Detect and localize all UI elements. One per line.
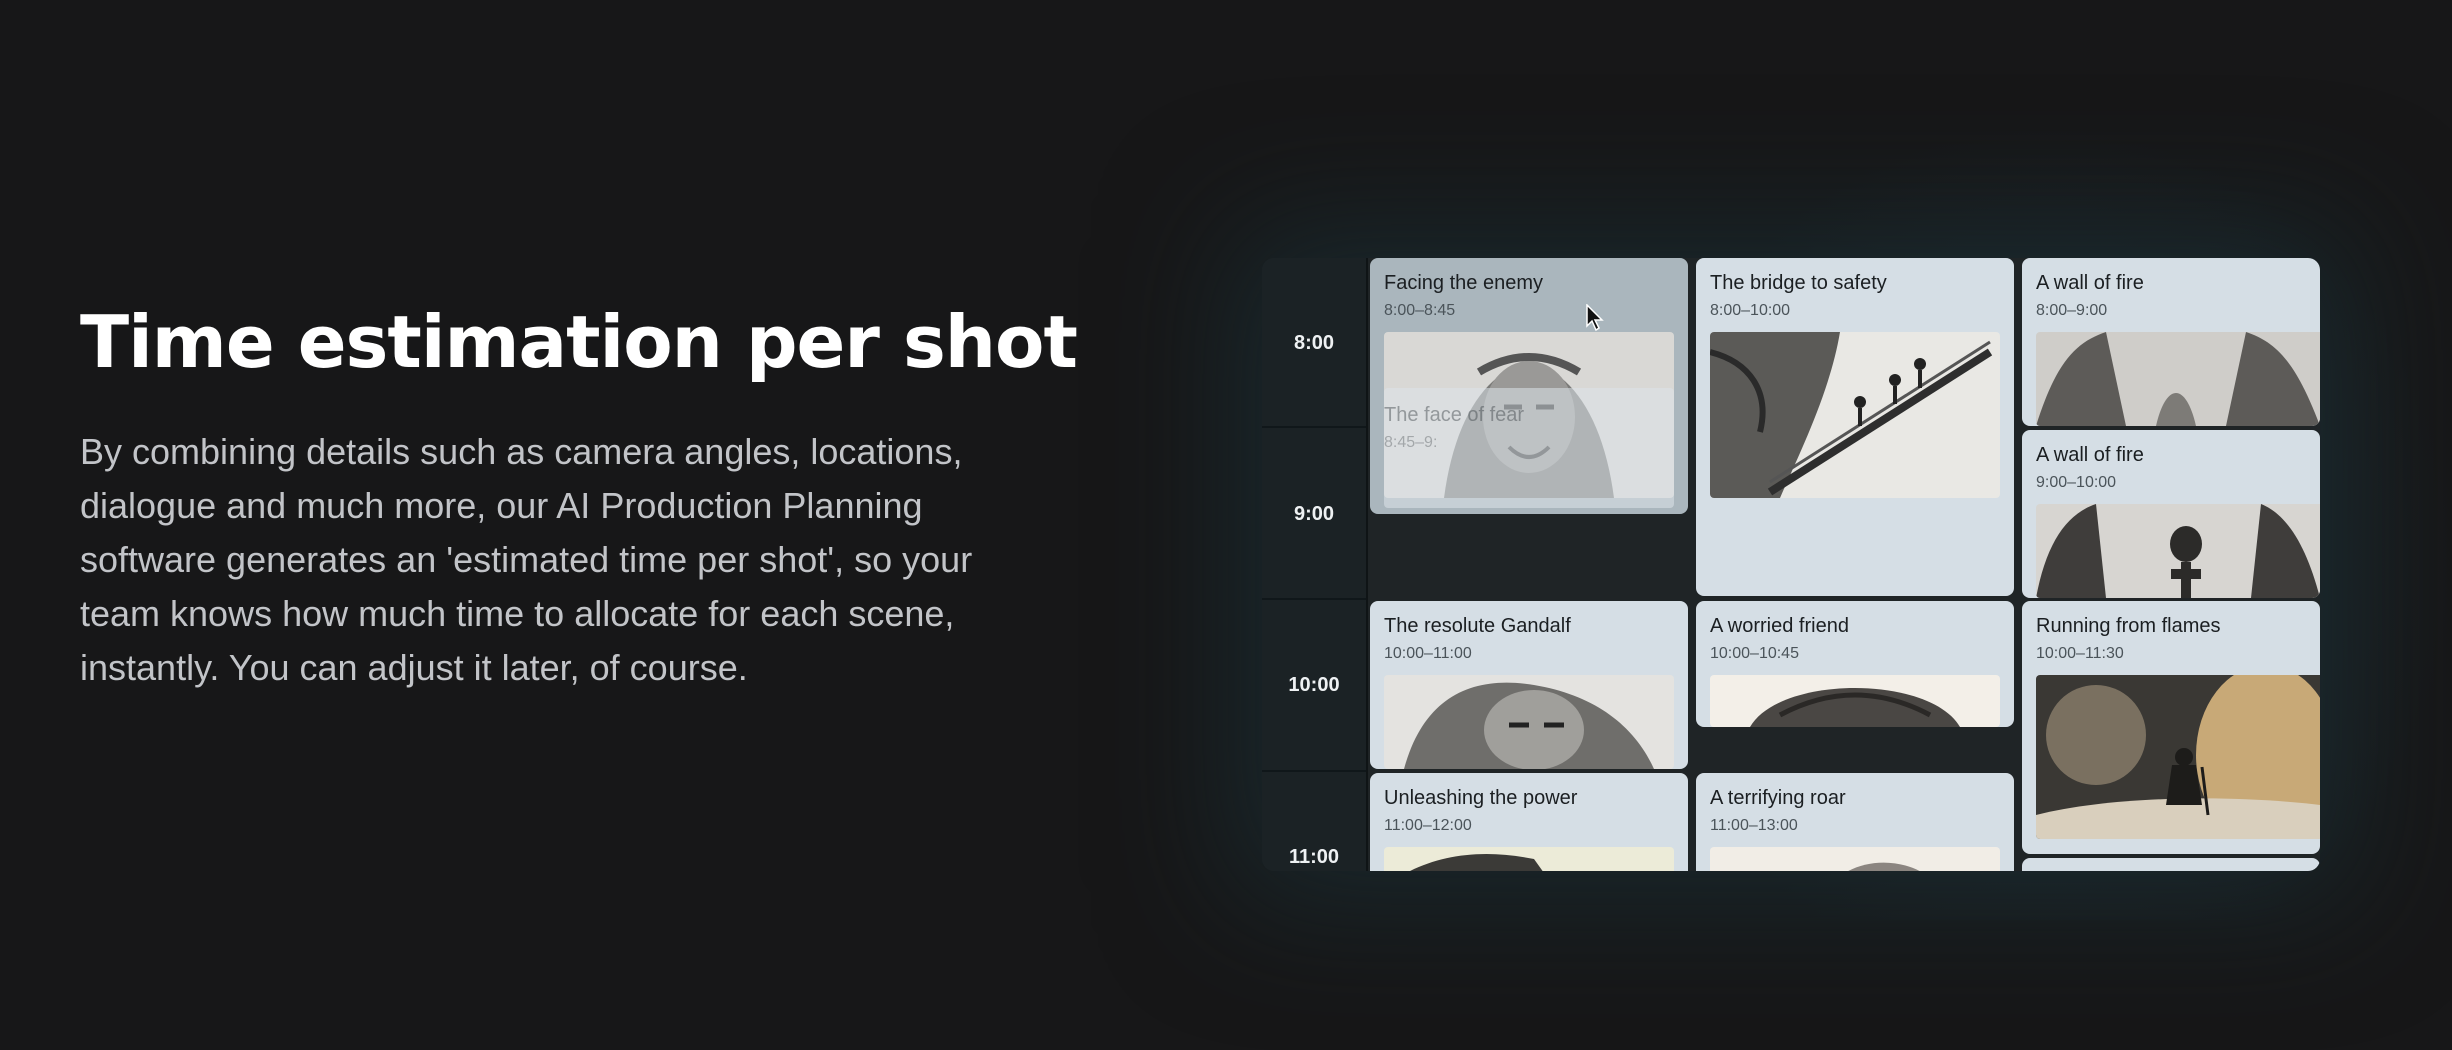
shot-thumbnail <box>2036 504 2320 598</box>
shot-thumbnail <box>1384 675 1674 769</box>
shot-card-a-wall-of-fire[interactable]: A wall of fire 8:00–9:00 <box>2022 258 2320 426</box>
shot-card-the-resolute-gandalf[interactable]: The resolute Gandalf 10:00–11:00 <box>1370 601 1688 769</box>
shot-time: 11:00–13:00 <box>1710 817 1798 834</box>
shot-card-partial[interactable] <box>2022 858 2320 871</box>
shot-card-the-bridge-to-safety[interactable]: The bridge to safety 8:00–10:00 <box>1696 258 2014 596</box>
schedule-preview: 8:00 9:00 10:00 11:00 Facing the enemy 8… <box>1262 258 2320 871</box>
shot-card-facing-the-enemy[interactable]: Facing the enemy 8:00–8:45 The face of f… <box>1370 258 1688 514</box>
shot-time: 9:00–10:00 <box>2036 474 2117 491</box>
shot-time: 8:00–9:00 <box>2036 302 2108 319</box>
shot-time: 8:00–8:45 <box>1384 302 1456 319</box>
shot-thumbnail <box>1710 332 2000 498</box>
shot-card-a-terrifying-roar[interactable]: A terrifying roar 11:00–13:00 <box>1696 773 2014 871</box>
shot-time: 10:00–11:00 <box>1384 645 1472 662</box>
shot-title: A wall of fire <box>2036 272 2144 294</box>
shot-thumbnail <box>1710 847 2000 871</box>
shot-time: 10:00–11:30 <box>2036 645 2124 662</box>
shot-title: Facing the enemy <box>1384 272 1543 294</box>
shot-time: 11:00–12:00 <box>1384 817 1472 834</box>
time-label-8: 8:00 <box>1293 332 1335 354</box>
shot-thumbnail <box>1384 847 1674 871</box>
shot-title: Unleashing the power <box>1384 787 1578 809</box>
shot-title: A terrifying roar <box>1710 787 1846 809</box>
time-column: 8:00 9:00 10:00 11:00 <box>1262 258 1368 871</box>
shot-title: The resolute Gandalf <box>1384 615 1571 637</box>
shot-thumbnail <box>1710 675 2000 727</box>
shot-title: The bridge to safety <box>1710 272 1887 294</box>
shot-card-running-from-flames[interactable]: Running from flames 10:00–11:30 <box>2022 601 2320 854</box>
shot-title: Running from flames <box>2036 615 2221 637</box>
shot-card-a-wall-of-fire-2[interactable]: A wall of fire 9:00–10:00 <box>2022 430 2320 598</box>
hour-divider <box>1262 426 1366 428</box>
shot-card-unleashing-the-power[interactable]: Unleashing the power 11:00–12:00 <box>1370 773 1688 871</box>
ghost-time: 8:45–9: <box>1384 434 1438 451</box>
time-label-9: 9:00 <box>1293 503 1335 525</box>
hero-description: By combining details such as camera angl… <box>80 431 973 688</box>
hour-divider <box>1262 770 1366 772</box>
shot-thumbnail <box>2036 675 2320 839</box>
drag-ghost: The face of fear 8:45–9: <box>1384 388 1674 508</box>
shot-title: A worried friend <box>1710 615 1849 637</box>
shot-card-a-worried-friend[interactable]: A worried friend 10:00–10:45 <box>1696 601 2014 727</box>
time-label-11: 11:00 <box>1288 846 1340 868</box>
shot-thumbnail <box>2036 332 2320 426</box>
shot-time: 8:00–10:00 <box>1710 302 1791 319</box>
shot-title: A wall of fire <box>2036 444 2144 466</box>
mouse-pointer-icon <box>1586 304 1604 332</box>
ghost-title: The face of fear <box>1384 404 1525 426</box>
hour-divider <box>1262 598 1366 600</box>
shot-time: 10:00–10:45 <box>1710 645 1799 662</box>
hero-title: Time estimation per shot <box>80 300 1078 384</box>
time-label-10: 10:00 <box>1288 674 1340 696</box>
